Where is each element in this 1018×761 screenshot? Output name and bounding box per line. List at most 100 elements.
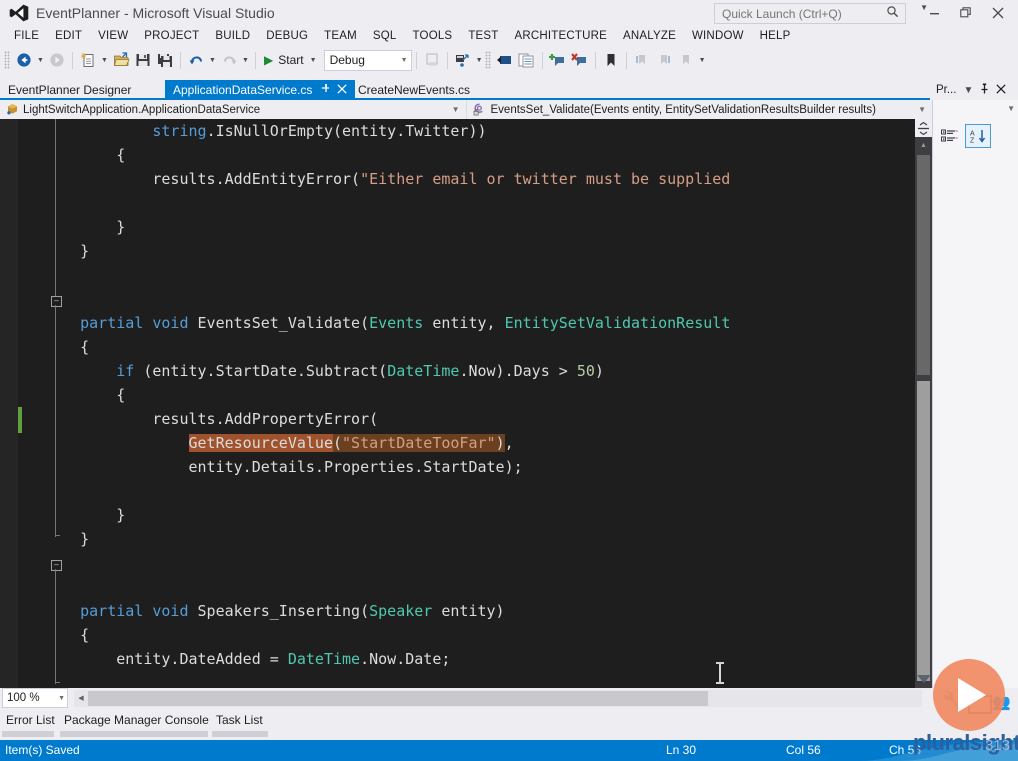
code-text[interactable]: string.IsNullOrEmpty(entity.Twitter)) { … [44, 119, 730, 688]
navigate-backward-dropdown-icon[interactable]: ▼ [35, 49, 46, 71]
code-line[interactable]: } [44, 239, 730, 263]
document-tab-1[interactable]: EventPlanner Designer [0, 80, 139, 99]
code-line[interactable]: results.AddEntityError("Either email or … [44, 167, 730, 191]
code-line[interactable]: } [44, 527, 730, 551]
code-line[interactable]: { [44, 335, 730, 359]
comment-selection-icon[interactable] [494, 49, 516, 71]
scrollbar-caret-up-icon[interactable]: ▲ [915, 138, 932, 153]
code-line[interactable] [44, 671, 730, 688]
code-line[interactable]: entity.DateAdded = DateTime.Now.Date; [44, 647, 730, 671]
remove-bookmark-icon[interactable] [569, 49, 591, 71]
categorized-sort-icon[interactable] [937, 125, 961, 147]
menu-item-file[interactable]: FILE [6, 27, 47, 45]
code-line[interactable] [44, 287, 730, 311]
close-icon[interactable] [337, 83, 348, 97]
pin-icon[interactable] [980, 83, 989, 97]
menu-item-test[interactable]: TEST [460, 27, 506, 45]
code-line[interactable]: results.AddPropertyError( [44, 407, 730, 431]
indicator-margin[interactable] [0, 119, 18, 688]
undo-dropdown-icon[interactable]: ▼ [207, 49, 218, 71]
step-into-icon[interactable] [452, 49, 474, 71]
code-line[interactable]: GetResourceValue("StartDateTooFar"), [44, 431, 730, 455]
code-line[interactable]: } [44, 215, 730, 239]
menu-item-debug[interactable]: DEBUG [258, 27, 316, 45]
search-icon[interactable] [886, 5, 899, 23]
code-line[interactable]: { [44, 143, 730, 167]
zoom-level-combo[interactable]: 100 % ▼ [2, 688, 68, 708]
chevron-down-icon[interactable]: ▼ [452, 105, 466, 114]
editor-horizontal-scrollbar[interactable]: ◀ [74, 689, 922, 707]
toolbar-grip[interactable] [484, 51, 491, 69]
editor-vertical-scrollbar[interactable]: ▲ [915, 119, 932, 688]
restore-icon[interactable] [950, 2, 982, 24]
navigate-backward-icon[interactable] [13, 49, 35, 71]
document-tab-2[interactable]: ApplicationDataService.cs [165, 80, 356, 99]
bookmark-icon[interactable] [600, 49, 622, 71]
close-icon[interactable] [996, 83, 1006, 97]
uncomment-selection-icon[interactable] [516, 49, 538, 71]
menu-item-analyze[interactable]: ANALYZE [615, 27, 684, 45]
save-all-icon[interactable] [154, 49, 176, 71]
code-line[interactable]: entity.Details.Properties.StartDate); [44, 455, 730, 479]
close-icon[interactable] [982, 2, 1014, 24]
toolbar-grip[interactable] [4, 51, 10, 69]
menu-item-window[interactable]: WINDOW [684, 27, 752, 45]
pin-icon[interactable] [321, 83, 330, 96]
menu-item-edit[interactable]: EDIT [47, 27, 90, 45]
code-line[interactable]: partial void EventsSet_Validate(Events e… [44, 311, 730, 335]
chevron-down-icon[interactable]: ▼ [963, 85, 973, 96]
step-dropdown-icon[interactable]: ▼ [474, 49, 485, 71]
document-tab-3[interactable]: CreateNewEvents.cs [350, 80, 478, 99]
chevron-down-icon[interactable]: ▼ [401, 57, 408, 64]
properties-panel[interactable]: ▼ [932, 100, 1018, 688]
start-debug-button[interactable]: ▶ Start [260, 49, 308, 71]
code-line[interactable]: { [44, 383, 730, 407]
code-line[interactable] [44, 479, 730, 503]
properties-object-selector-chevron-down-icon[interactable]: ▼ [1007, 104, 1015, 113]
menu-item-sql[interactable]: SQL [365, 27, 405, 45]
new-project-dropdown-icon[interactable]: ▼ [99, 49, 110, 71]
tool-tab-error-list[interactable]: Error List [0, 710, 61, 729]
quick-launch-input[interactable] [720, 5, 884, 22]
chevron-down-icon[interactable]: ▼ [58, 695, 65, 702]
save-icon[interactable] [132, 49, 154, 71]
new-project-icon[interactable] [77, 49, 99, 71]
code-line[interactable]: string.IsNullOrEmpty(entity.Twitter)) [44, 119, 730, 143]
scrollbar-track-upper[interactable] [917, 155, 930, 375]
code-line[interactable]: } [44, 503, 730, 527]
tab-overflow-chevron-down-icon[interactable]: ▼ [920, 3, 928, 12]
toolbar-overflow-icon[interactable]: ▼ [697, 49, 708, 71]
alphabetical-sort-icon[interactable]: A Z [965, 124, 991, 148]
add-bookmark-icon[interactable] [547, 49, 569, 71]
code-line[interactable]: { [44, 623, 730, 647]
code-line[interactable] [44, 551, 730, 575]
outlining-margin[interactable]: – – [22, 119, 62, 688]
undo-icon[interactable] [185, 49, 207, 71]
menu-item-architecture[interactable]: ARCHITECTURE [507, 27, 616, 45]
menu-item-team[interactable]: TEAM [316, 27, 365, 45]
menu-item-project[interactable]: PROJECT [136, 27, 207, 45]
code-line[interactable] [44, 263, 730, 287]
quick-launch-box[interactable] [714, 3, 906, 24]
menu-item-help[interactable]: HELP [752, 27, 799, 45]
code-line[interactable] [44, 191, 730, 215]
open-file-icon[interactable] [110, 49, 132, 71]
code-line[interactable] [44, 575, 730, 599]
menu-item-view[interactable]: VIEW [90, 27, 136, 45]
chevron-down-icon[interactable]: ▼ [918, 105, 932, 114]
split-view-icon[interactable] [915, 119, 932, 137]
menu-item-tools[interactable]: TOOLS [405, 27, 461, 45]
scroll-left-caret-icon[interactable]: ◀ [74, 690, 88, 707]
menu-item-build[interactable]: BUILD [207, 27, 258, 45]
start-dropdown-icon[interactable]: ▼ [308, 49, 319, 71]
code-editor[interactable]: – – string.IsNullOrEmpty(entity.Twitter)… [0, 119, 932, 688]
code-line[interactable]: partial void Speakers_Inserting(Speaker … [44, 599, 730, 623]
scrollbar-thumb[interactable] [917, 381, 930, 681]
tool-tab-task-list[interactable]: Task List [210, 710, 269, 729]
solution-configuration-combo[interactable]: Debug ▼ [323, 49, 412, 71]
tool-tab-package-manager-console[interactable]: Package Manager Console [58, 710, 215, 729]
horizontal-scrollbar-thumb[interactable] [88, 690, 708, 706]
navigation-member-combo[interactable]: EventsSet_Validate(Events entity, Entity… [467, 100, 933, 119]
code-line[interactable]: if (entity.StartDate.Subtract(DateTime.N… [44, 359, 730, 383]
navigation-class-combo[interactable]: LightSwitchApplication.ApplicationDataSe… [0, 100, 467, 119]
